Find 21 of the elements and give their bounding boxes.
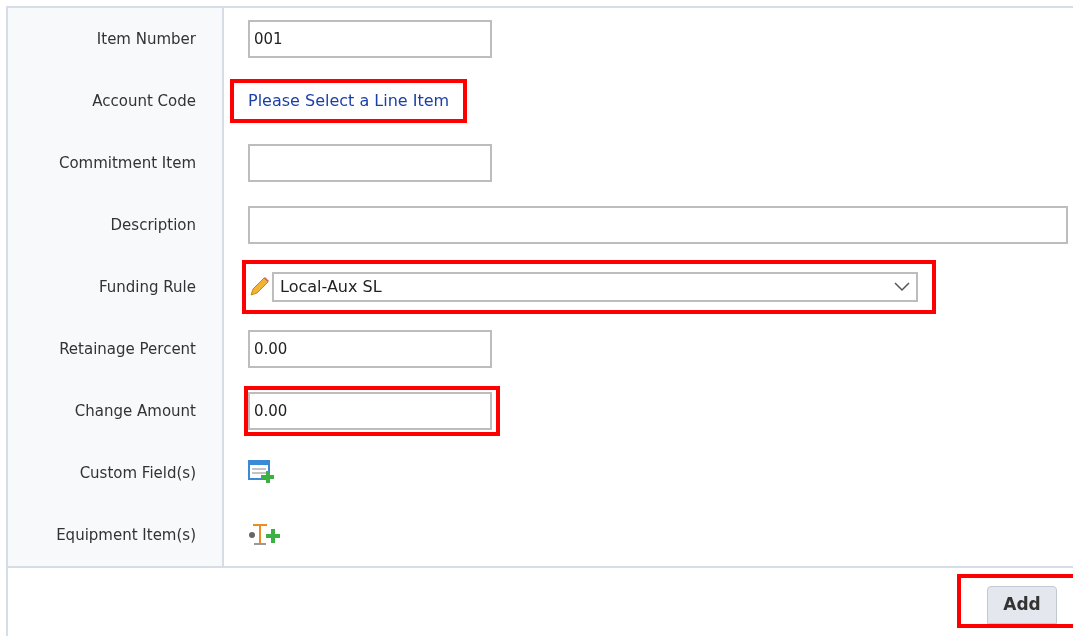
table-add-icon[interactable] xyxy=(248,460,276,486)
equipment-add-icon[interactable] xyxy=(248,523,280,547)
field-label: Equipment Item(s) xyxy=(56,524,196,546)
text-field[interactable] xyxy=(248,206,1068,244)
text-field[interactable]: 0.00 xyxy=(248,330,492,368)
field-label: Funding Rule xyxy=(99,276,196,298)
select-line-item-link[interactable]: Please Select a Line Item xyxy=(248,91,450,110)
field-label: Account Code xyxy=(92,90,196,112)
text-field[interactable]: 001 xyxy=(248,20,492,58)
field-label: Change Amount xyxy=(74,400,196,422)
field-label: Description xyxy=(110,214,196,236)
add-button[interactable]: Add xyxy=(987,586,1057,624)
text-field[interactable] xyxy=(248,144,492,182)
chevron-down-icon xyxy=(894,282,910,292)
pencil-icon xyxy=(248,276,270,298)
field-label: Item Number xyxy=(96,28,196,50)
field-label: Custom Field(s) xyxy=(79,462,196,484)
text-field[interactable]: 0.00 xyxy=(248,392,492,430)
field-label: Retainage Percent xyxy=(59,338,196,360)
funding-rule-dropdown[interactable]: Local-Aux SL xyxy=(272,272,918,302)
field-label: Commitment Item xyxy=(58,152,196,174)
